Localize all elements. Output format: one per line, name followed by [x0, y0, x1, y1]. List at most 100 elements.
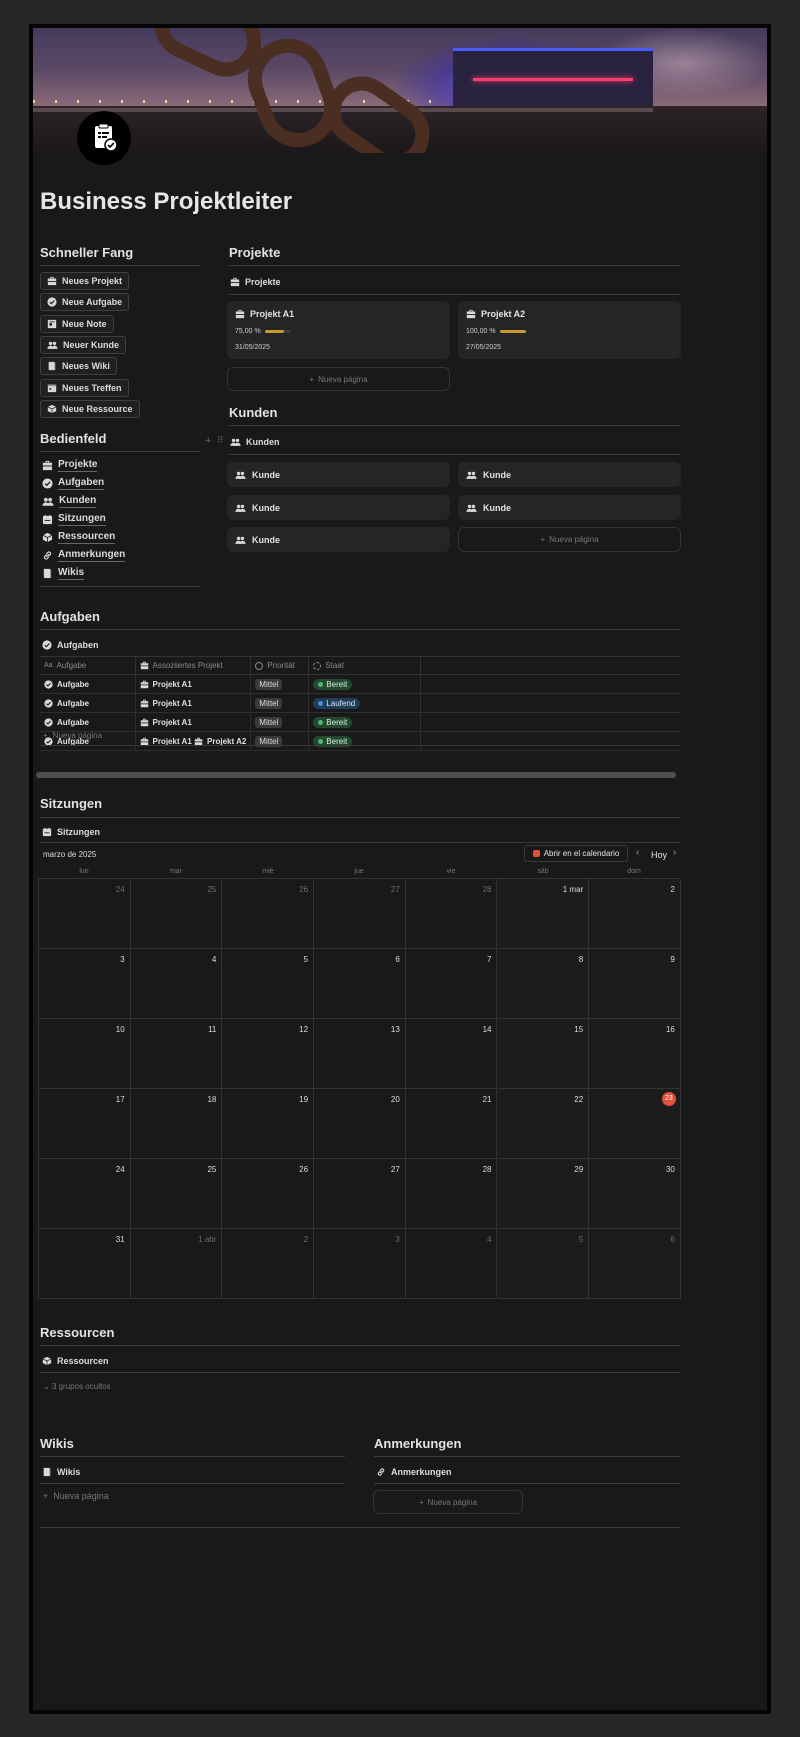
add-block-icon[interactable]: +	[205, 435, 211, 447]
table-row[interactable]: Aufgabe Projekt A1 Projekt A2 Mittel Ber…	[40, 731, 680, 751]
project-card[interactable]: Projekt A2 100,00 % 27/05/2025	[458, 301, 681, 359]
clients-view-tab[interactable]: Kunden	[230, 437, 280, 447]
calendar-day-cell[interactable]: 20	[314, 1089, 406, 1159]
calendar-day-cell[interactable]: 6	[314, 949, 406, 1019]
calendar-day-cell[interactable]: 6	[589, 1229, 681, 1299]
column-header[interactable]: Assoziiertes Projekt	[135, 656, 252, 675]
calendar-day-cell[interactable]: 12	[222, 1019, 315, 1089]
calendar-day-cell[interactable]: 2	[222, 1229, 315, 1299]
calendar-day-cell[interactable]: 27	[314, 879, 406, 949]
column-header[interactable]: Priorität	[250, 656, 310, 675]
tasks-view-tab[interactable]: Aufgaben	[42, 640, 99, 650]
new-page-button[interactable]: + Nueva página	[458, 527, 681, 552]
calendar-day-cell[interactable]: 13	[314, 1019, 406, 1089]
calendar-day-cell[interactable]: 1 abr	[130, 1229, 223, 1299]
calendar-day-cell[interactable]: 14	[405, 1019, 498, 1089]
calendar-day-cell[interactable]: 30	[589, 1159, 681, 1229]
drag-handle-icon[interactable]: ⠿	[217, 435, 224, 446]
calendar-day-cell[interactable]: 25	[130, 879, 223, 949]
nav-link-resources[interactable]: Ressourcen	[42, 531, 116, 544]
hidden-groups-toggle[interactable]: ⌄ 3 grupos ocultos	[43, 1382, 111, 1391]
next-month-icon[interactable]: ›	[673, 847, 676, 858]
calendar-day-cell[interactable]: 5	[222, 949, 315, 1019]
table-row[interactable]: Aufgabe Projekt A1 Mittel Bereit	[40, 674, 680, 694]
calendar-day-cell[interactable]: 16	[589, 1019, 681, 1089]
nav-link-clients[interactable]: Kunden	[42, 495, 97, 508]
calendar-day-cell[interactable]: 31	[39, 1229, 131, 1299]
calendar-day-cell[interactable]: 15	[497, 1019, 590, 1089]
calendar-day-cell[interactable]: 17	[39, 1089, 131, 1159]
meetings-view-tab[interactable]: Sitzungen	[42, 827, 100, 837]
client-card[interactable]: Kunde	[458, 462, 681, 487]
new-note-button[interactable]: Neue Note	[40, 315, 114, 333]
calendar-day-cell[interactable]: 28	[405, 1159, 498, 1229]
nav-link-notes[interactable]: Anmerkungen	[42, 549, 126, 562]
calendar-day-cell[interactable]: 2	[589, 879, 681, 949]
new-page-button[interactable]: + Nueva página	[227, 367, 450, 391]
calendar-day-cell[interactable]: 5	[497, 1229, 590, 1299]
page-icon[interactable]	[77, 111, 131, 165]
status-icon	[313, 661, 322, 670]
new-wiki-button[interactable]: Neues Wiki	[40, 357, 117, 375]
calendar-day-cell[interactable]: 26	[222, 879, 315, 949]
new-client-button[interactable]: Neuer Kunde	[40, 336, 127, 354]
calendar-day-cell[interactable]: 28	[405, 879, 498, 949]
new-meeting-button[interactable]: Neues Treffen	[40, 379, 129, 397]
wikis-view-tab[interactable]: Wikis	[42, 1467, 80, 1477]
calendar-day-cell[interactable]: 11	[130, 1019, 223, 1089]
calendar-day-cell[interactable]: 4	[405, 1229, 498, 1299]
people-icon	[235, 503, 246, 513]
calendar-day-cell[interactable]: 21	[405, 1089, 498, 1159]
calendar-day-cell[interactable]: 23	[589, 1089, 681, 1159]
calendar-day-cell[interactable]: 24	[39, 1159, 131, 1229]
table-row[interactable]: Aufgabe Projekt A1 Mittel Bereit	[40, 712, 680, 732]
calendar-day-cell[interactable]: 19	[222, 1089, 315, 1159]
calendar-day-cell[interactable]: 9	[589, 949, 681, 1019]
project-card[interactable]: Projekt A1 75,00 % 31/05/2025	[227, 301, 450, 359]
day-number: 3	[120, 955, 125, 964]
new-project-button[interactable]: Neues Projekt	[40, 272, 130, 290]
open-in-calendar-button[interactable]: Abrir en el calendario	[524, 845, 628, 862]
client-card[interactable]: Kunde	[227, 495, 450, 520]
client-card[interactable]: Kunde	[227, 462, 450, 487]
calendar-day-cell[interactable]: 8	[497, 949, 590, 1019]
calendar-day-cell[interactable]: 10	[39, 1019, 131, 1089]
nav-link-wikis[interactable]: Wikis	[42, 567, 85, 580]
day-number: 19	[299, 1095, 309, 1104]
calendar-day-cell[interactable]: 29	[497, 1159, 590, 1229]
horizontal-scrollbar[interactable]	[36, 772, 676, 778]
calendar-day-cell[interactable]: 25	[130, 1159, 223, 1229]
client-card[interactable]: Kunde	[227, 527, 450, 552]
day-number: 5	[303, 955, 309, 964]
client-card[interactable]: Kunde	[458, 495, 681, 520]
calendar-day-cell[interactable]: 4	[130, 949, 223, 1019]
nav-link-tasks[interactable]: Aufgaben	[42, 477, 105, 490]
calendar-day-cell[interactable]: 3	[39, 949, 131, 1019]
wikis-heading: Wikis	[40, 1436, 74, 1451]
nav-link-meetings[interactable]: Sitzungen	[42, 513, 106, 526]
resources-view-tab[interactable]: Ressourcen	[42, 1356, 109, 1366]
calendar-day-cell[interactable]: 26	[222, 1159, 315, 1229]
nav-link-projects[interactable]: Projekte	[42, 459, 98, 472]
calendar-day-cell[interactable]: 1 mar	[497, 879, 590, 949]
new-resource-button[interactable]: Neue Ressource	[40, 400, 140, 418]
calendar-day-cell[interactable]: 18	[130, 1089, 223, 1159]
day-number: 11	[208, 1025, 217, 1034]
notes-view-tab[interactable]: Anmerkungen	[376, 1467, 452, 1477]
calendar-day-cell[interactable]: 24	[39, 879, 131, 949]
previous-month-icon[interactable]: ‹	[636, 847, 639, 858]
new-task-button[interactable]: Neue Aufgabe	[40, 293, 130, 311]
projects-view-tab[interactable]: Projekte	[230, 277, 281, 287]
new-page-button[interactable]: + Nueva página	[373, 1490, 523, 1514]
new-page-row[interactable]: + Nueva página	[43, 731, 102, 740]
calendar-day-cell[interactable]: 22	[497, 1089, 590, 1159]
progress-bar	[264, 330, 291, 333]
calendar-day-cell[interactable]: 3	[314, 1229, 406, 1299]
column-header[interactable]: Aa Aufgabe	[40, 656, 136, 675]
table-row[interactable]: Aufgabe Projekt A1 Mittel Laufend	[40, 693, 680, 713]
calendar-day-cell[interactable]: 27	[314, 1159, 406, 1229]
calendar-day-cell[interactable]: 7	[405, 949, 498, 1019]
column-header[interactable]: Staat	[308, 656, 422, 675]
new-page-row[interactable]: + Nueva página	[43, 1491, 109, 1501]
today-button[interactable]: Hoy	[651, 850, 667, 860]
